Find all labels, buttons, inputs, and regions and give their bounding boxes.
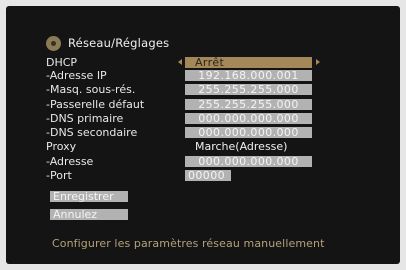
setting-row-proxy-address[interactable]: -Adresse 000.000.000.000 [6, 155, 400, 168]
setting-row-port[interactable]: -Port 00000 [6, 169, 400, 182]
ip-address-field[interactable]: 192.168.000.001 [185, 70, 312, 81]
setting-row-dhcp[interactable]: DHCP Arrêt [6, 56, 400, 69]
dhcp-label: DHCP [46, 56, 78, 69]
save-button[interactable]: Enregistrer [50, 191, 128, 202]
port-field[interactable]: 00000 [185, 170, 231, 181]
help-hint: Configurer les paramètres réseau manuell… [52, 237, 325, 250]
setting-row-dns-primary[interactable]: -DNS primaire 000.000.000.000 [6, 112, 400, 125]
dns-primary-label: -DNS primaire [46, 112, 124, 125]
arrow-right-icon[interactable] [316, 59, 320, 65]
settings-screen: Réseau/Réglages DHCP Arrêt -Adresse IP 1… [6, 6, 400, 264]
setting-row-ip-address[interactable]: -Adresse IP 192.168.000.001 [6, 69, 400, 82]
arrow-left-icon[interactable] [178, 59, 182, 65]
setting-row-proxy[interactable]: Proxy Marche(Adresse) [6, 140, 400, 153]
subnet-mask-field[interactable]: 255.255.255.000 [185, 84, 312, 95]
gateway-field[interactable]: 255.255.255.000 [185, 99, 312, 110]
subnet-mask-label: -Masq. sous-rés. [46, 83, 136, 96]
gateway-label: -Passerelle défaut [46, 98, 145, 111]
dns-secondary-field[interactable]: 000.000.000.000 [185, 127, 312, 138]
setting-row-gateway[interactable]: -Passerelle défaut 255.255.255.000 [6, 98, 400, 111]
menu-header: Réseau/Réglages [46, 35, 169, 51]
page-title: Réseau/Réglages [68, 36, 170, 50]
dhcp-value[interactable]: Arrêt [185, 57, 312, 68]
gear-icon [46, 35, 61, 51]
proxy-label: Proxy [46, 140, 77, 153]
dns-secondary-label: -DNS secondaire [46, 126, 138, 139]
setting-row-dns-secondary[interactable]: -DNS secondaire 000.000.000.000 [6, 126, 400, 139]
ip-address-label: -Adresse IP [46, 69, 107, 82]
proxy-value[interactable]: Marche(Adresse) [195, 140, 287, 153]
proxy-address-label: -Adresse [46, 155, 94, 168]
port-label: -Port [46, 169, 72, 182]
setting-row-subnet-mask[interactable]: -Masq. sous-rés. 255.255.255.000 [6, 83, 400, 96]
cancel-button[interactable]: Annulez [50, 209, 128, 220]
dns-primary-field[interactable]: 000.000.000.000 [185, 113, 312, 124]
proxy-address-field[interactable]: 000.000.000.000 [185, 156, 312, 167]
